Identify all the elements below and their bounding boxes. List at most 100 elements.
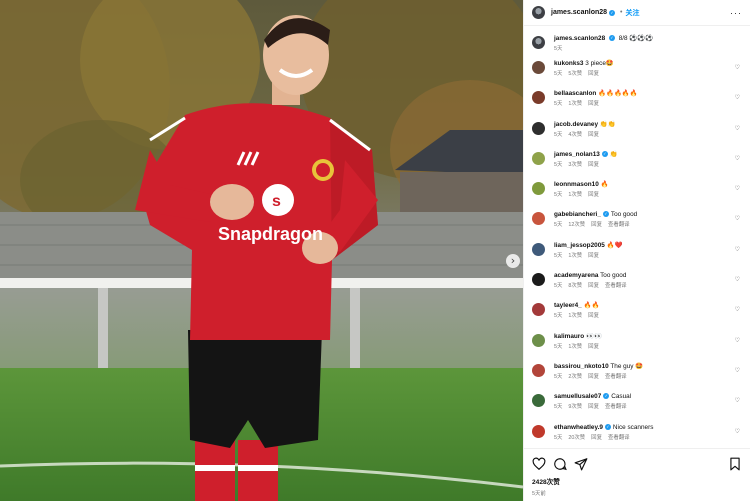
comment-username[interactable]: ethanwheatley.9 <box>554 424 603 431</box>
comment-like-heart-icon[interactable]: ♡ <box>735 125 740 132</box>
comment-row: tayleer4_ 🔥🔥 5天 1次赞 回复 ♡ <box>532 302 742 332</box>
comment-like-heart-icon[interactable]: ♡ <box>735 367 740 374</box>
comment-likes[interactable]: 3次赞 <box>568 162 582 168</box>
comment-like-heart-icon[interactable]: ♡ <box>735 185 740 192</box>
comment-username[interactable]: leonnmason10 <box>554 181 599 188</box>
comment-text: 🔥🔥🔥🔥🔥 <box>598 90 638 98</box>
comment-likes[interactable]: 1次赞 <box>568 253 582 259</box>
comment-like-heart-icon[interactable]: ♡ <box>735 276 740 283</box>
comment-username[interactable]: bassirou_nkoto10 <box>554 363 609 370</box>
comment-text: 3 piece🤩 <box>585 60 614 67</box>
comment-text: Too good <box>600 272 627 280</box>
comment-like-heart-icon[interactable]: ♡ <box>735 155 740 162</box>
comment-avatar[interactable] <box>532 273 545 287</box>
comment-likes[interactable]: 4次赞 <box>568 132 582 138</box>
reply-button[interactable]: 回复 <box>588 162 599 168</box>
follow-button[interactable]: 关注 <box>625 8 639 18</box>
see-translation-button[interactable]: 查看翻译 <box>608 222 630 228</box>
reply-button[interactable]: 回复 <box>588 253 599 259</box>
reply-button[interactable]: 回复 <box>588 192 599 198</box>
comment-avatar[interactable] <box>532 121 545 135</box>
comment-row: bassirou_nkoto10 The guy 🤩 5天 2次赞 回复 查看翻译 ♡ <box>532 363 742 393</box>
reply-button[interactable]: 回复 <box>588 313 599 319</box>
comment-bubble-icon[interactable] <box>553 457 567 471</box>
comment-likes[interactable]: 1次赞 <box>568 192 582 198</box>
comment-time: 5天 <box>554 373 563 380</box>
comment-username[interactable]: james_nolan13 <box>554 151 600 158</box>
comment-text: 👏👏 <box>599 120 616 128</box>
comment-avatar[interactable] <box>532 212 545 226</box>
verified-badge-icon: ✓ <box>601 150 608 157</box>
comment-username[interactable]: kalimauro <box>554 333 584 340</box>
comment-likes[interactable]: 1次赞 <box>568 344 582 350</box>
author-avatar[interactable] <box>532 6 545 19</box>
comment-avatar[interactable] <box>532 333 545 347</box>
comment-like-heart-icon[interactable]: ♡ <box>735 397 740 404</box>
comment-text: Too good <box>610 211 638 219</box>
comment-likes[interactable]: 12次赞 <box>568 222 585 228</box>
comment-like-heart-icon[interactable]: ♡ <box>735 428 740 435</box>
sponsor-text: Snapdragon <box>218 224 323 244</box>
comment-like-heart-icon[interactable]: ♡ <box>735 215 740 222</box>
comment-like-heart-icon[interactable]: ♡ <box>735 246 740 253</box>
share-send-icon[interactable] <box>574 457 588 471</box>
comment-likes[interactable]: 8次赞 <box>568 283 582 289</box>
bookmark-icon[interactable] <box>728 457 742 471</box>
comment-avatar[interactable] <box>532 424 545 438</box>
comment-like-heart-icon[interactable]: ♡ <box>735 306 740 313</box>
comment-text: 👏 <box>609 150 618 158</box>
comment-avatar[interactable] <box>532 363 545 377</box>
comment-time: 5天 <box>554 434 563 441</box>
comment-avatar[interactable] <box>532 91 545 105</box>
reply-button[interactable]: 回复 <box>591 222 602 228</box>
reply-button[interactable]: 回复 <box>591 435 602 441</box>
comment-row: samuellusale07 ✓ Casual 5天 9次赞 回复 查看翻译 ♡ <box>532 393 742 423</box>
see-translation-button[interactable]: 查看翻译 <box>605 374 627 380</box>
comment-avatar[interactable] <box>532 394 545 408</box>
reply-button[interactable]: 回复 <box>588 404 599 410</box>
reply-button[interactable]: 回复 <box>588 283 599 289</box>
comment-username[interactable]: academyarena <box>554 272 598 279</box>
comment-username[interactable]: kukonks3 <box>554 60 583 67</box>
reply-button[interactable]: 回复 <box>588 71 599 77</box>
likes-count[interactable]: 2428次赞 <box>532 476 742 486</box>
next-photo-button[interactable]: › <box>506 254 520 268</box>
comment-username[interactable]: bellaascanlon <box>554 90 596 97</box>
comment-username[interactable]: gabebiancheri_ <box>554 211 601 218</box>
see-translation-button[interactable]: 查看翻译 <box>608 435 630 441</box>
comment-avatar[interactable] <box>532 182 545 196</box>
comment-likes[interactable]: 2次赞 <box>568 374 582 380</box>
comment-likes[interactable]: 1次赞 <box>568 101 582 107</box>
comment-avatar[interactable] <box>532 242 545 256</box>
comment-likes[interactable]: 1次赞 <box>568 313 582 319</box>
see-translation-button[interactable]: 查看翻译 <box>605 283 627 289</box>
comment-time: 5天 <box>554 404 563 411</box>
comment-avatar[interactable] <box>532 303 545 317</box>
comment-like-heart-icon[interactable]: ♡ <box>735 64 740 71</box>
caption-avatar[interactable] <box>532 36 545 49</box>
comment-username[interactable]: liam_jessop2005 <box>554 242 605 249</box>
caption-username[interactable]: james.scanlon28 <box>554 35 605 42</box>
more-options-button[interactable]: ··· <box>730 8 742 18</box>
author-username[interactable]: james.scanlon28 <box>551 9 607 16</box>
comment-like-heart-icon[interactable]: ♡ <box>735 94 740 101</box>
verified-badge-icon: ✓ <box>604 423 611 430</box>
comment-likes[interactable]: 20次赞 <box>568 435 585 441</box>
comment-time: 5天 <box>554 313 563 320</box>
like-heart-icon[interactable] <box>532 457 546 471</box>
see-translation-button[interactable]: 查看翻译 <box>605 404 627 410</box>
comment-likes[interactable]: 9次赞 <box>568 404 582 410</box>
reply-button[interactable]: 回复 <box>588 344 599 350</box>
reply-button[interactable]: 回复 <box>588 132 599 138</box>
comment-avatar[interactable] <box>532 61 545 74</box>
comment-username[interactable]: samuellusale07 <box>554 393 601 400</box>
reply-button[interactable]: 回复 <box>588 101 599 107</box>
comment-row: leonnmason10 🔥 5天 1次赞 回复 ♡ <box>532 181 742 211</box>
comment-text: Casual <box>611 393 632 401</box>
comment-like-heart-icon[interactable]: ♡ <box>735 337 740 344</box>
comment-username[interactable]: tayleer4_ <box>554 302 582 309</box>
comment-avatar[interactable] <box>532 151 545 165</box>
reply-button[interactable]: 回复 <box>588 374 599 380</box>
comment-username[interactable]: jacob.devaney <box>554 121 598 128</box>
comment-likes[interactable]: 5次赞 <box>568 71 582 77</box>
